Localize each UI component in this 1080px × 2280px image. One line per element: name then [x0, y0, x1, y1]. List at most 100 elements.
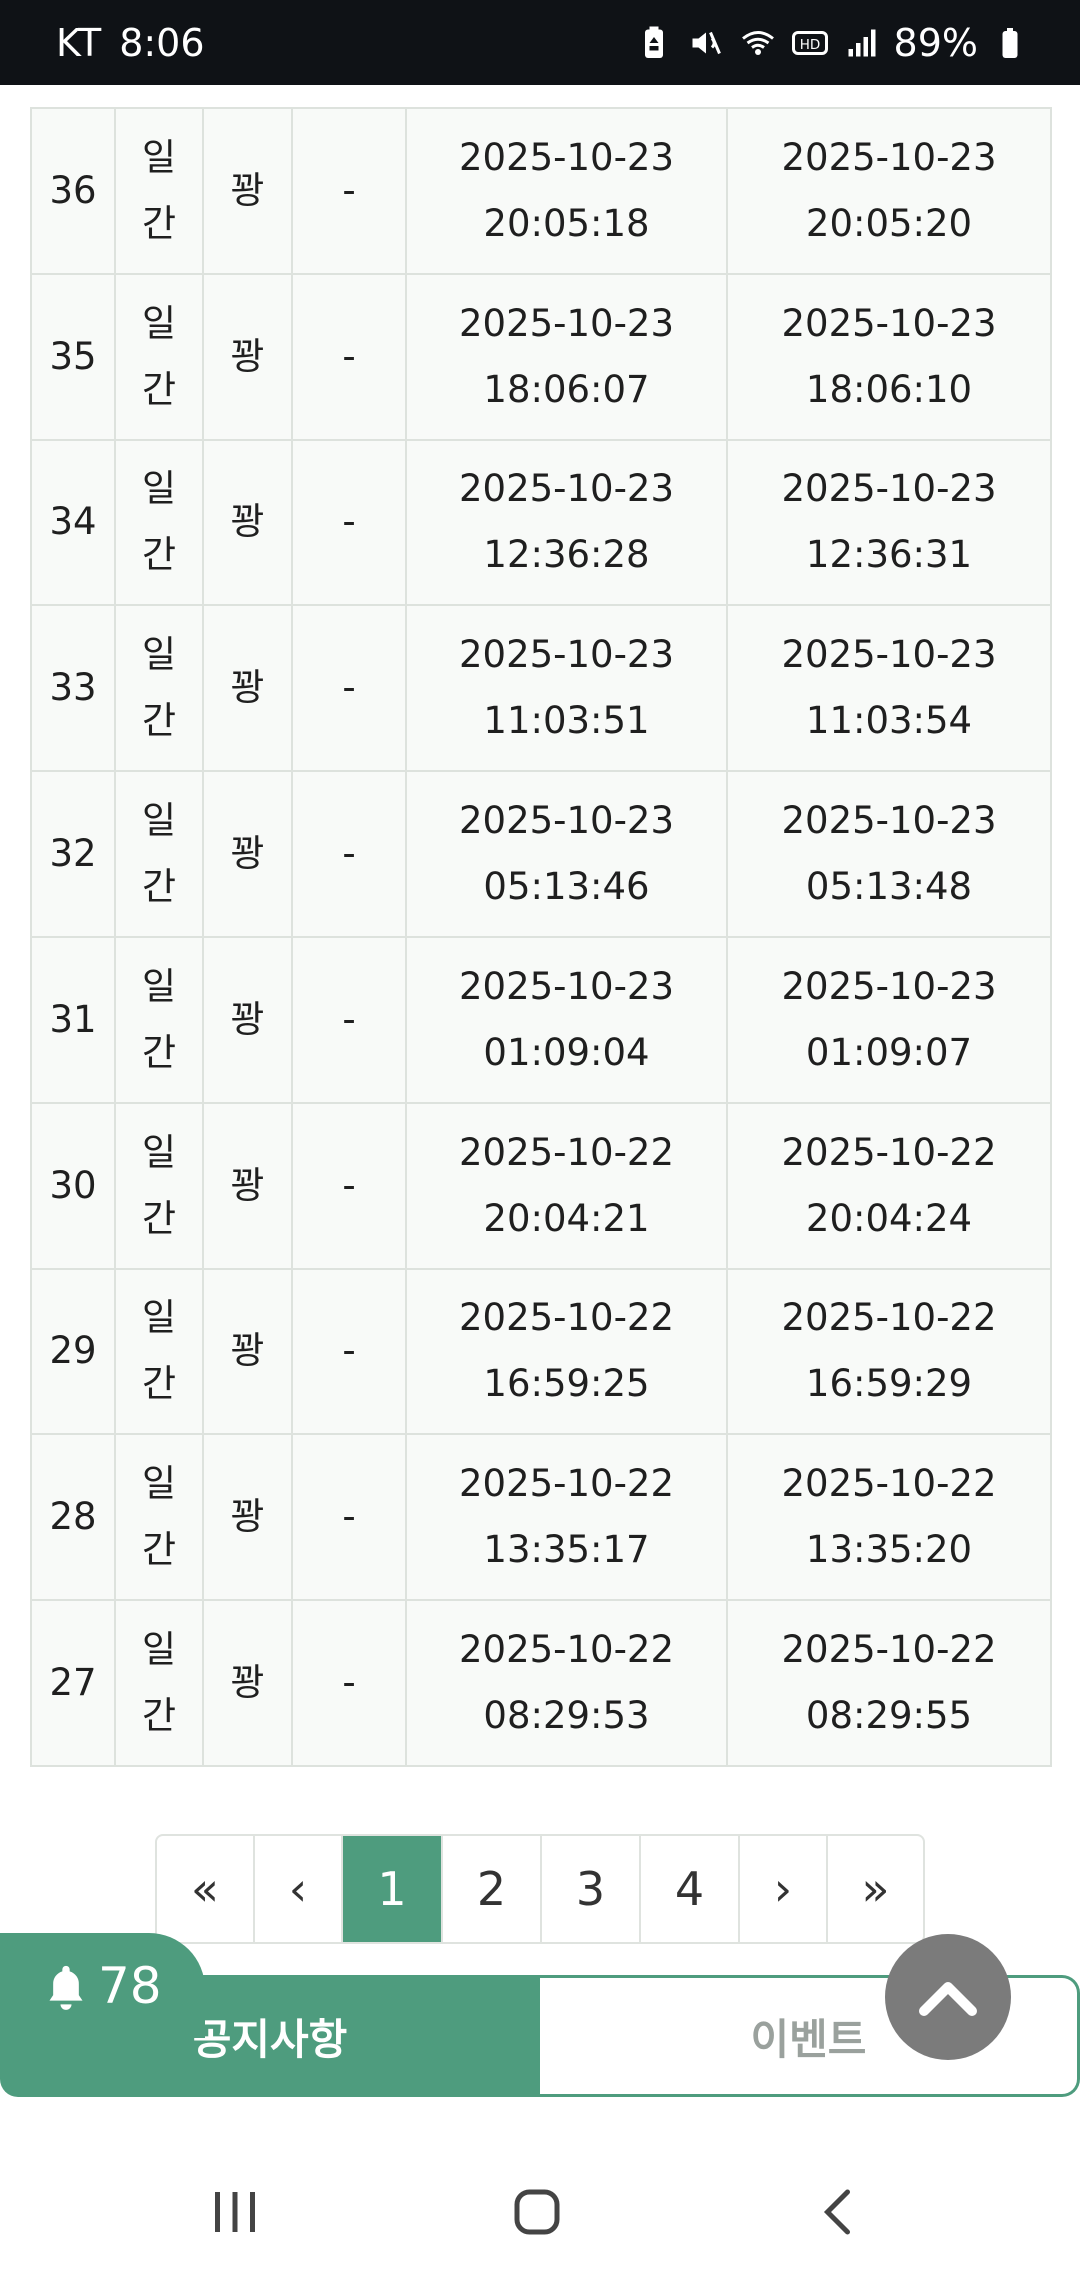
system-nav-bar	[0, 2140, 1080, 2280]
clock: 8:06	[119, 20, 205, 65]
table-row: 32 일간 꽝 - 2025-10-23 05:13:46 2025-10-23 05:13:…	[30, 770, 1052, 938]
cell-time-2: 2025-10-22 20:04:24	[726, 1101, 1052, 1270]
recents-button[interactable]	[195, 2172, 275, 2252]
page-4-button[interactable]: 4	[641, 1836, 740, 1942]
cell-time-1: 2025-10-23 20:05:18	[405, 107, 728, 275]
back-icon	[823, 2189, 850, 2235]
cell-type: 일간	[114, 107, 204, 275]
cell-time-1-time: 08:29:53	[483, 1694, 650, 1738]
first-page-button[interactable]: «	[157, 1836, 255, 1942]
hd-icon: HD	[790, 23, 830, 63]
cell-time-1-time: 05:13:46	[483, 865, 650, 909]
cell-time-1-time: 20:04:21	[483, 1196, 650, 1240]
cell-time-2-time: 16:59:29	[805, 1362, 973, 1406]
cell-number: 31	[30, 935, 116, 1104]
cell-time-1: 2025-10-22 16:59:25	[405, 1267, 728, 1436]
cell-time-1: 2025-10-23 11:03:51	[405, 604, 728, 773]
records-body: 36 일간 꽝 -2025-10-23 20:05:18 2025-10-23 20:05:…	[30, 107, 1052, 1767]
cell-time-1-date: 2025-10-22	[458, 1628, 675, 1672]
tab-event-label: 이벤트	[750, 2014, 867, 2064]
cell-prize: -	[291, 1267, 407, 1436]
cell-result: 꽝	[202, 604, 293, 773]
cell-time-2-time: 13:35:20	[805, 1528, 973, 1572]
cell-time-1-time: 13:35:17	[483, 1528, 650, 1572]
cell-type: 일간	[114, 604, 204, 773]
cell-time-1-time: 01:09:04	[483, 1030, 650, 1074]
cell-time-2-date: 2025-10-23	[781, 301, 997, 345]
cell-result: 꽝	[202, 1599, 293, 1767]
cell-number: 35	[30, 272, 116, 441]
cell-time-2: 2025-10-23 20:05:20	[726, 107, 1052, 275]
cell-time-2-date: 2025-10-23	[781, 135, 997, 179]
cell-prize: -	[291, 935, 407, 1104]
cell-type: 일간	[114, 1267, 204, 1436]
cell-time-1-time: 12:36:28	[483, 533, 650, 577]
prev-page-button[interactable]: ‹	[255, 1836, 343, 1942]
cell-time-2-date: 2025-10-22	[781, 1628, 997, 1672]
cell-time-2-time: 11:03:54	[805, 699, 973, 743]
cell-time-2-date: 2025-10-23	[781, 633, 997, 677]
cell-time-1-date: 2025-10-22	[458, 1130, 675, 1174]
cell-prize: -	[291, 272, 407, 441]
cell-time-2-time: 18:06:10	[805, 367, 973, 411]
cell-number: 36	[30, 107, 116, 275]
page-3-button[interactable]: 3	[542, 1836, 641, 1942]
notice-count: 78	[98, 1956, 162, 2015]
cell-result: 꽝	[202, 1433, 293, 1602]
cell-time-1-date: 2025-10-23	[458, 301, 675, 345]
home-button[interactable]	[497, 2172, 577, 2252]
cell-time-2: 2025-10-22 13:35:20	[726, 1433, 1052, 1602]
cell-time-1-date: 2025-10-22	[458, 1296, 675, 1340]
table-row: 34 일간 꽝 - 2025-10-23 12:36:28 2025-10-23 12:36:…	[30, 438, 1052, 607]
battery-saver-icon	[634, 23, 674, 63]
cell-time-1: 2025-10-23 18:06:07	[405, 272, 728, 441]
records-table: 36 일간 꽝 -2025-10-23 20:05:18 2025-10-23 20:05:…	[30, 107, 1052, 1767]
table-row: 28 일간 꽝 - 2025-10-22 13:35:17 2025-10-22 13:35:…	[30, 1433, 1052, 1602]
cell-type: 일간	[114, 1433, 204, 1602]
mute-icon	[686, 23, 726, 63]
cell-time-1-time: 18:06:07	[483, 367, 650, 411]
cell-time-2-time: 20:05:20	[805, 201, 973, 245]
battery-icon	[990, 23, 1030, 63]
cell-prize: -	[291, 438, 407, 607]
page-1-button[interactable]: 1	[343, 1836, 443, 1942]
scroll-to-top-button[interactable]	[885, 1934, 1011, 2060]
cell-prize: -	[291, 604, 407, 773]
cell-number: 33	[30, 604, 116, 773]
tab-notice-label: 공지사항	[192, 2014, 348, 2064]
cell-time-1-date: 2025-10-22	[458, 1462, 675, 1506]
recents-icon	[215, 2192, 255, 2232]
status-bar: KT 8:06 HD 89%	[0, 0, 1080, 85]
cell-number: 34	[30, 438, 116, 607]
cell-type: 일간	[114, 1101, 204, 1270]
cell-time-2-date: 2025-10-23	[781, 964, 997, 1008]
cell-time-1-time: 11:03:51	[483, 699, 650, 743]
home-icon	[514, 2189, 560, 2235]
page-2-button[interactable]: 2	[443, 1836, 542, 1942]
next-page-button[interactable]: ›	[740, 1836, 828, 1942]
cell-time-1-date: 2025-10-23	[458, 135, 675, 179]
cell-time-1-date: 2025-10-23	[458, 964, 675, 1008]
status-left: KT 8:06	[56, 21, 205, 65]
cell-type: 일간	[114, 438, 204, 607]
table-row: 27 일간 꽝 - 2025-10-22 08:29:53 2025-10-22 08:29:…	[30, 1599, 1052, 1767]
cell-time-2: 2025-10-23 18:06:10	[726, 272, 1052, 441]
cell-time-2-time: 12:36:31	[805, 533, 973, 577]
battery-percent: 89%	[893, 20, 978, 65]
back-button[interactable]	[800, 2172, 880, 2252]
cell-time-1: 2025-10-23 12:36:28	[405, 438, 728, 607]
cell-time-2: 2025-10-22 16:59:29	[726, 1267, 1052, 1436]
pagination: « ‹ 1 2 3 4 › »	[155, 1834, 925, 1944]
last-page-button[interactable]: »	[828, 1836, 923, 1942]
signal-icon	[842, 23, 882, 63]
cell-time-2-date: 2025-10-23	[781, 799, 997, 843]
cell-time-2-time: 20:04:24	[805, 1196, 973, 1240]
notice-count-badge[interactable]: 78	[0, 1933, 205, 2038]
cell-time-2: 2025-10-23 11:03:54	[726, 604, 1052, 773]
cell-number: 32	[30, 770, 116, 938]
cell-number: 28	[30, 1433, 116, 1602]
cell-result: 꽝	[202, 272, 293, 441]
table-row: 30 일간 꽝 - 2025-10-22 20:04:21 2025-10-22 20:04:…	[30, 1101, 1052, 1270]
cell-time-2-time: 01:09:07	[805, 1030, 973, 1074]
svg-text:HD: HD	[799, 37, 820, 53]
